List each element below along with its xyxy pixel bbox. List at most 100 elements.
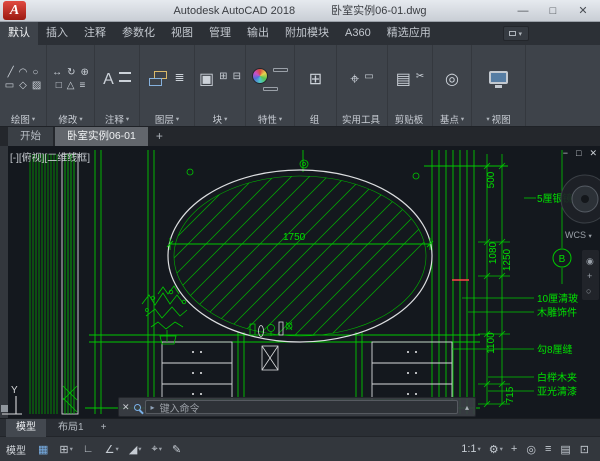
panel-label-modify[interactable]: 修改▾ — [47, 111, 94, 126]
viewport-minimize-icon[interactable]: − — [563, 148, 568, 159]
file-tab-current[interactable]: 卧室实例06-01 — [55, 127, 148, 146]
pan-icon[interactable]: + — [587, 271, 592, 281]
osnap-icon[interactable]: ⌖▾ — [148, 441, 166, 458]
drawing-canvas[interactable]: 1750 — [0, 146, 600, 418]
panel-label-layers[interactable]: 图层▾ — [140, 111, 194, 126]
panel-label-annotation[interactable]: 注释▾ — [95, 111, 139, 126]
property-dropdown-icon[interactable] — [263, 87, 278, 91]
tab-layout1[interactable]: 布局1 — [48, 419, 94, 437]
copy-icon[interactable]: ⊕ — [81, 68, 89, 78]
ribbon-tab-insert[interactable]: 插入 — [38, 22, 76, 45]
command-history-icon[interactable]: ▴ — [462, 403, 472, 412]
panel-label-groups[interactable]: 组 — [295, 111, 336, 126]
viewport-restore-icon[interactable]: □ — [576, 148, 581, 159]
arc-icon[interactable]: ◠ — [19, 68, 28, 78]
panel-basepoint: ◎ 基点▾ — [433, 45, 472, 126]
ribbon-tab-view[interactable]: 视图 — [163, 22, 201, 45]
grid-icon[interactable]: ▦ — [34, 441, 53, 458]
mirror-icon[interactable]: △ — [67, 81, 75, 91]
block-icon[interactable]: ▣ — [199, 72, 214, 88]
ribbon-options-button[interactable]: ▾ — [503, 26, 529, 41]
layers-icon[interactable] — [149, 71, 169, 88]
zoom-icon[interactable]: ○ — [586, 286, 591, 296]
panel-label-draw[interactable]: 绘图▾ — [0, 111, 46, 126]
hatch-icon[interactable]: ▨ — [32, 81, 41, 91]
polar-icon[interactable]: ∠▾ — [101, 441, 123, 458]
wcs-label: WCS — [565, 230, 586, 240]
ribbon-tab-manage[interactable]: 管理 — [201, 22, 239, 45]
ortho-icon[interactable]: ∟ — [79, 441, 99, 457]
annotation-icon[interactable]: ✎ — [168, 441, 186, 458]
minimize-button[interactable]: — — [508, 0, 538, 22]
offset-icon[interactable]: ≡ — [79, 81, 85, 91]
basepoint-icon[interactable]: ◎ — [445, 72, 459, 88]
viewport-controls-label[interactable]: [-][俯视][二维线框] — [10, 149, 90, 164]
monitor-icon[interactable] — [489, 71, 508, 84]
navigation-bar[interactable]: ◉ + ○ — [582, 250, 599, 300]
ribbon-tab-parametric[interactable]: 参数化 — [114, 22, 163, 45]
dimension-icon[interactable] — [119, 72, 131, 82]
annotation-visibility-icon[interactable]: ⚙▾ — [485, 441, 507, 458]
panel-label-clipboard[interactable]: 剪贴板 — [388, 111, 432, 126]
maximize-button[interactable]: □ — [538, 0, 568, 22]
wcs-dropdown[interactable]: WCS ▾ — [565, 230, 592, 240]
drawing-area: 1750 — [0, 146, 600, 418]
block-insert-icon[interactable]: ⊞ — [219, 72, 227, 88]
close-button[interactable]: ✕ — [568, 0, 598, 22]
panel-label-text: 基点 — [440, 112, 459, 126]
panel-label-basepoint[interactable]: 基点▾ — [433, 111, 471, 126]
autocad-window: A Autodesk AutoCAD 2018卧室实例06-01.dwg — □… — [0, 0, 600, 461]
polygon-icon[interactable]: ◇ — [19, 81, 27, 91]
curtain-edge — [62, 154, 78, 414]
ribbon-tab-a360[interactable]: A360 — [337, 22, 379, 45]
viewport-close-icon[interactable]: ✕ — [589, 148, 597, 159]
chevron-down-icon: ▾ — [518, 30, 522, 38]
steering-wheel-icon[interactable]: ◉ — [586, 256, 594, 266]
tab-model[interactable]: 模型 — [6, 419, 46, 437]
snap-icon[interactable]: ⊞▾ — [55, 441, 76, 458]
annotation-scale-button[interactable]: 1:1▾ — [457, 441, 485, 457]
rectangle-icon[interactable]: ▭ — [5, 81, 14, 91]
quick-calc-icon[interactable]: ▭ — [364, 72, 373, 88]
measure-icon[interactable]: ⌖ — [350, 72, 359, 88]
paste-icon[interactable]: ▤ — [396, 72, 411, 88]
panel-label-block[interactable]: 块▾ — [195, 111, 245, 126]
group-icon[interactable]: ⊞ — [309, 72, 322, 88]
isolate-objects-icon[interactable]: ◎ — [522, 441, 541, 458]
clean-screen-icon[interactable]: ▤ — [556, 441, 575, 458]
command-input[interactable]: ▸ 键入命令 — [145, 400, 458, 414]
autocad-logo[interactable]: A — [3, 1, 26, 20]
block-edit-icon[interactable]: ⊟ — [233, 72, 241, 88]
new-layout-button[interactable]: + — [96, 419, 112, 437]
cut-icon[interactable]: ✂ — [416, 72, 424, 88]
line-icon[interactable]: ╱ — [8, 68, 14, 78]
property-dropdown-icon[interactable] — [273, 68, 288, 72]
ribbon-tab-output[interactable]: 输出 — [239, 22, 277, 45]
panel-utilities: ⌖ ▭ 实用工具 — [337, 45, 388, 126]
erase-icon[interactable]: □ — [56, 81, 62, 91]
customization-icon[interactable]: ⊡ — [576, 441, 594, 458]
isodraft-icon[interactable]: ◢▾ — [125, 441, 146, 458]
ucs-y-label: Y — [11, 385, 18, 396]
panel-label-properties[interactable]: 特性▾ — [246, 111, 294, 126]
ribbon-tab-featured-apps[interactable]: 精选应用 — [379, 22, 439, 45]
panel-label-view[interactable]: ▾视图 — [472, 111, 525, 126]
move-icon[interactable]: ↔ — [52, 68, 62, 78]
autoscale-icon[interactable]: + — [507, 441, 522, 457]
file-tab-start[interactable]: 开始 — [8, 127, 53, 146]
panel-label-utilities[interactable]: 实用工具 — [337, 111, 387, 126]
ribbon-tab-addins[interactable]: 附加模块 — [277, 22, 337, 45]
hardware-acceleration-icon[interactable]: ≡ — [541, 441, 556, 457]
customize-tools-icon[interactable] — [134, 398, 141, 416]
new-drawing-button[interactable]: + — [150, 127, 169, 146]
navigation-wheel-icon[interactable] — [561, 175, 600, 223]
circle-icon[interactable]: ○ — [32, 68, 38, 78]
text-icon[interactable]: A — [103, 72, 114, 88]
ribbon-tab-annotate[interactable]: 注释 — [76, 22, 114, 45]
command-close-icon[interactable]: ✕ — [122, 402, 130, 413]
rotate-icon[interactable]: ↻ — [67, 68, 75, 78]
ribbon-tab-home[interactable]: 默认 — [0, 22, 38, 45]
layer-list-icon[interactable]: ≣ — [174, 71, 184, 88]
model-space-label[interactable]: 模型 — [6, 442, 26, 457]
color-wheel-icon[interactable] — [252, 68, 268, 84]
